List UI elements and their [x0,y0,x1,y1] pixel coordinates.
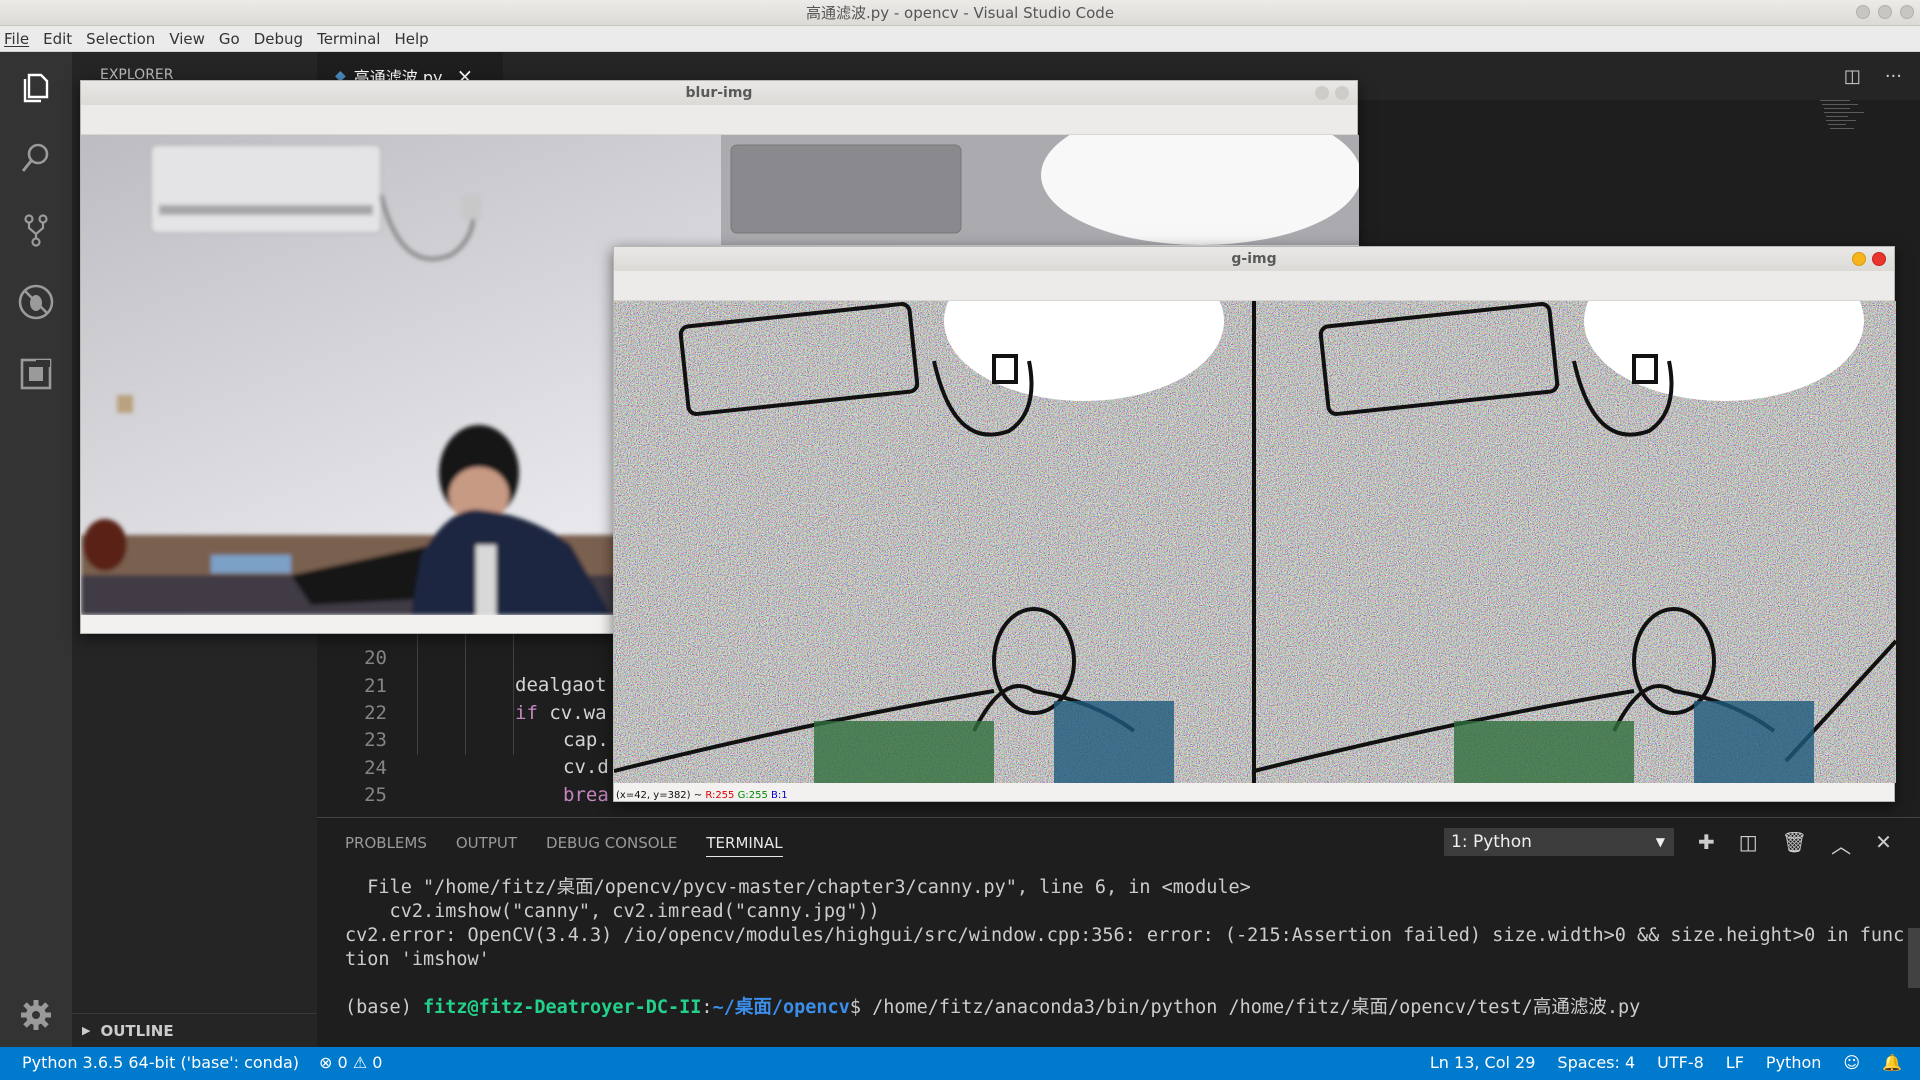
split-terminal-icon[interactable]: ◫ [1739,830,1758,859]
line-number: 25 [364,784,387,806]
problems-indicator[interactable]: ⊗ 0 ⚠ 0 [319,1053,382,1072]
split-editor-icon[interactable]: ◫ [1844,66,1861,87]
feedback-smiley-icon[interactable]: ☺ [1843,1053,1860,1072]
minimize-button[interactable] [1856,5,1870,19]
g-img-title: g-img [1231,251,1277,267]
close-window-button[interactable] [1900,5,1914,19]
prompt-colon: : [701,997,713,1018]
keyword: brea [563,784,609,806]
tab-debug-console[interactable]: DEBUG CONSOLE [546,834,677,857]
bottom-panel: PROBLEMS OUTPUT DEBUG CONSOLE TERMINAL 1… [317,817,1920,1047]
window-titlebar: 高通滤波.py - opencv - Visual Studio Code [0,0,1920,26]
outline-label: OUTLINE [100,1021,174,1040]
menu-debug[interactable]: Debug [254,30,303,48]
error-count: 0 [337,1053,348,1072]
language-mode[interactable]: Python [1766,1053,1821,1072]
g-img-window[interactable]: g-img (x=42, y=382) ~ R:255 G:255 B:1 [613,246,1896,802]
maximize-button[interactable] [1878,5,1892,19]
blur-img-toolbar [81,105,1357,135]
blur-img-titlebar[interactable]: blur-img [81,81,1357,105]
terminal-line: cv2.error: OpenCV(3.4.3) /io/opencv/modu… [345,925,1905,946]
error-icon: ⊗ [319,1053,333,1072]
blur-img-title: blur-img [685,85,753,101]
close-window-button[interactable] [1872,252,1886,266]
prompt-env: (base) [345,997,423,1018]
prompt-command: $ /home/fitz/anaconda3/bin/python /home/… [849,997,1641,1018]
activity-bar [0,52,72,1047]
extensions-icon[interactable] [16,354,56,394]
search-icon[interactable] [16,138,56,178]
status-bar: Python 3.6.5 64-bit ('base': conda) ⊗ 0 … [0,1047,1920,1080]
prompt-path: ~/桌面/opencv [712,997,850,1018]
pixel-readout: (x=42, y=382) ~ R:255 G:255 B:1 [616,790,788,801]
minimize-button[interactable] [1852,252,1866,266]
eol[interactable]: LF [1726,1053,1744,1072]
minimize-button[interactable] [1315,86,1329,100]
edge-image[interactable] [614,301,1896,783]
more-actions-icon[interactable]: ··· [1885,66,1902,87]
maximize-panel-icon[interactable]: ︿ [1831,830,1851,859]
close-panel-icon[interactable]: ✕ [1875,830,1892,859]
source-control-icon[interactable] [16,210,56,250]
window-title: 高通滤波.py - opencv - Visual Studio Code [805,4,1115,22]
python-interpreter[interactable]: Python 3.6.5 64-bit ('base': conda) [22,1053,299,1072]
pixel-g: G:255 [737,790,768,801]
encoding[interactable]: UTF-8 [1657,1053,1704,1072]
dropdown-arrow-icon: ▼ [1655,835,1665,849]
tab-problems[interactable]: PROBLEMS [345,834,427,857]
tab-terminal[interactable]: TERMINAL [706,834,783,857]
menu-edit[interactable]: Edit [43,30,72,48]
terminal-select[interactable]: 1: Python ▼ [1444,828,1674,856]
menu-terminal[interactable]: Terminal [317,30,380,48]
chevron-right-icon: ▶ [82,1024,91,1037]
bell-icon[interactable]: 🔔 [1882,1053,1902,1072]
terminal-output[interactable]: File "/home/fitz/桌面/opencv/pycv-master/c… [345,876,1904,1020]
settings-gear-icon[interactable] [16,995,56,1035]
menu-go[interactable]: Go [219,30,240,48]
menu-bar: File Edit Selection View Go Debug Termin… [0,26,1920,52]
pixel-coords: (x=42, y=382) ~ [616,790,706,801]
pixel-r: R:255 [705,790,735,801]
minimap[interactable] [1820,98,1880,158]
indentation[interactable]: Spaces: 4 [1557,1053,1635,1072]
menu-file[interactable]: File [4,30,29,48]
debug-icon[interactable] [16,282,56,322]
terminal-line: File "/home/fitz/桌面/opencv/pycv-master/c… [345,877,1251,898]
warning-count: 0 [372,1053,383,1072]
menu-selection[interactable]: Selection [86,30,155,48]
terminal-line: cv2.imshow("canny", cv2.imread("canny.jp… [345,901,880,922]
prompt-user: fitz@fitz-Deatroyer-DC-II [422,997,702,1018]
trash-icon[interactable]: 🗑 [1782,830,1807,859]
new-terminal-icon[interactable]: ✚ [1698,830,1715,859]
terminal-prompt: (base) fitz@fitz-Deatroyer-DC-II:~/桌面/op… [345,996,1904,1020]
tab-output[interactable]: OUTPUT [456,834,517,857]
cursor-position[interactable]: Ln 13, Col 29 [1430,1053,1536,1072]
g-img-toolbar [614,271,1894,301]
explorer-icon[interactable] [16,68,56,108]
outline-section[interactable]: ▶ OUTLINE [72,1013,317,1047]
g-img-titlebar[interactable]: g-img [614,247,1894,271]
terminal-select-value: 1: Python [1451,832,1532,852]
terminal-scrollbar[interactable] [1908,928,1920,988]
warning-icon: ⚠ [352,1053,368,1072]
menu-help[interactable]: Help [394,30,428,48]
terminal-line: tion 'imshow' [345,949,490,970]
close-window-button[interactable] [1335,86,1349,100]
menu-view[interactable]: View [169,30,205,48]
pixel-b: B:1 [771,790,788,801]
